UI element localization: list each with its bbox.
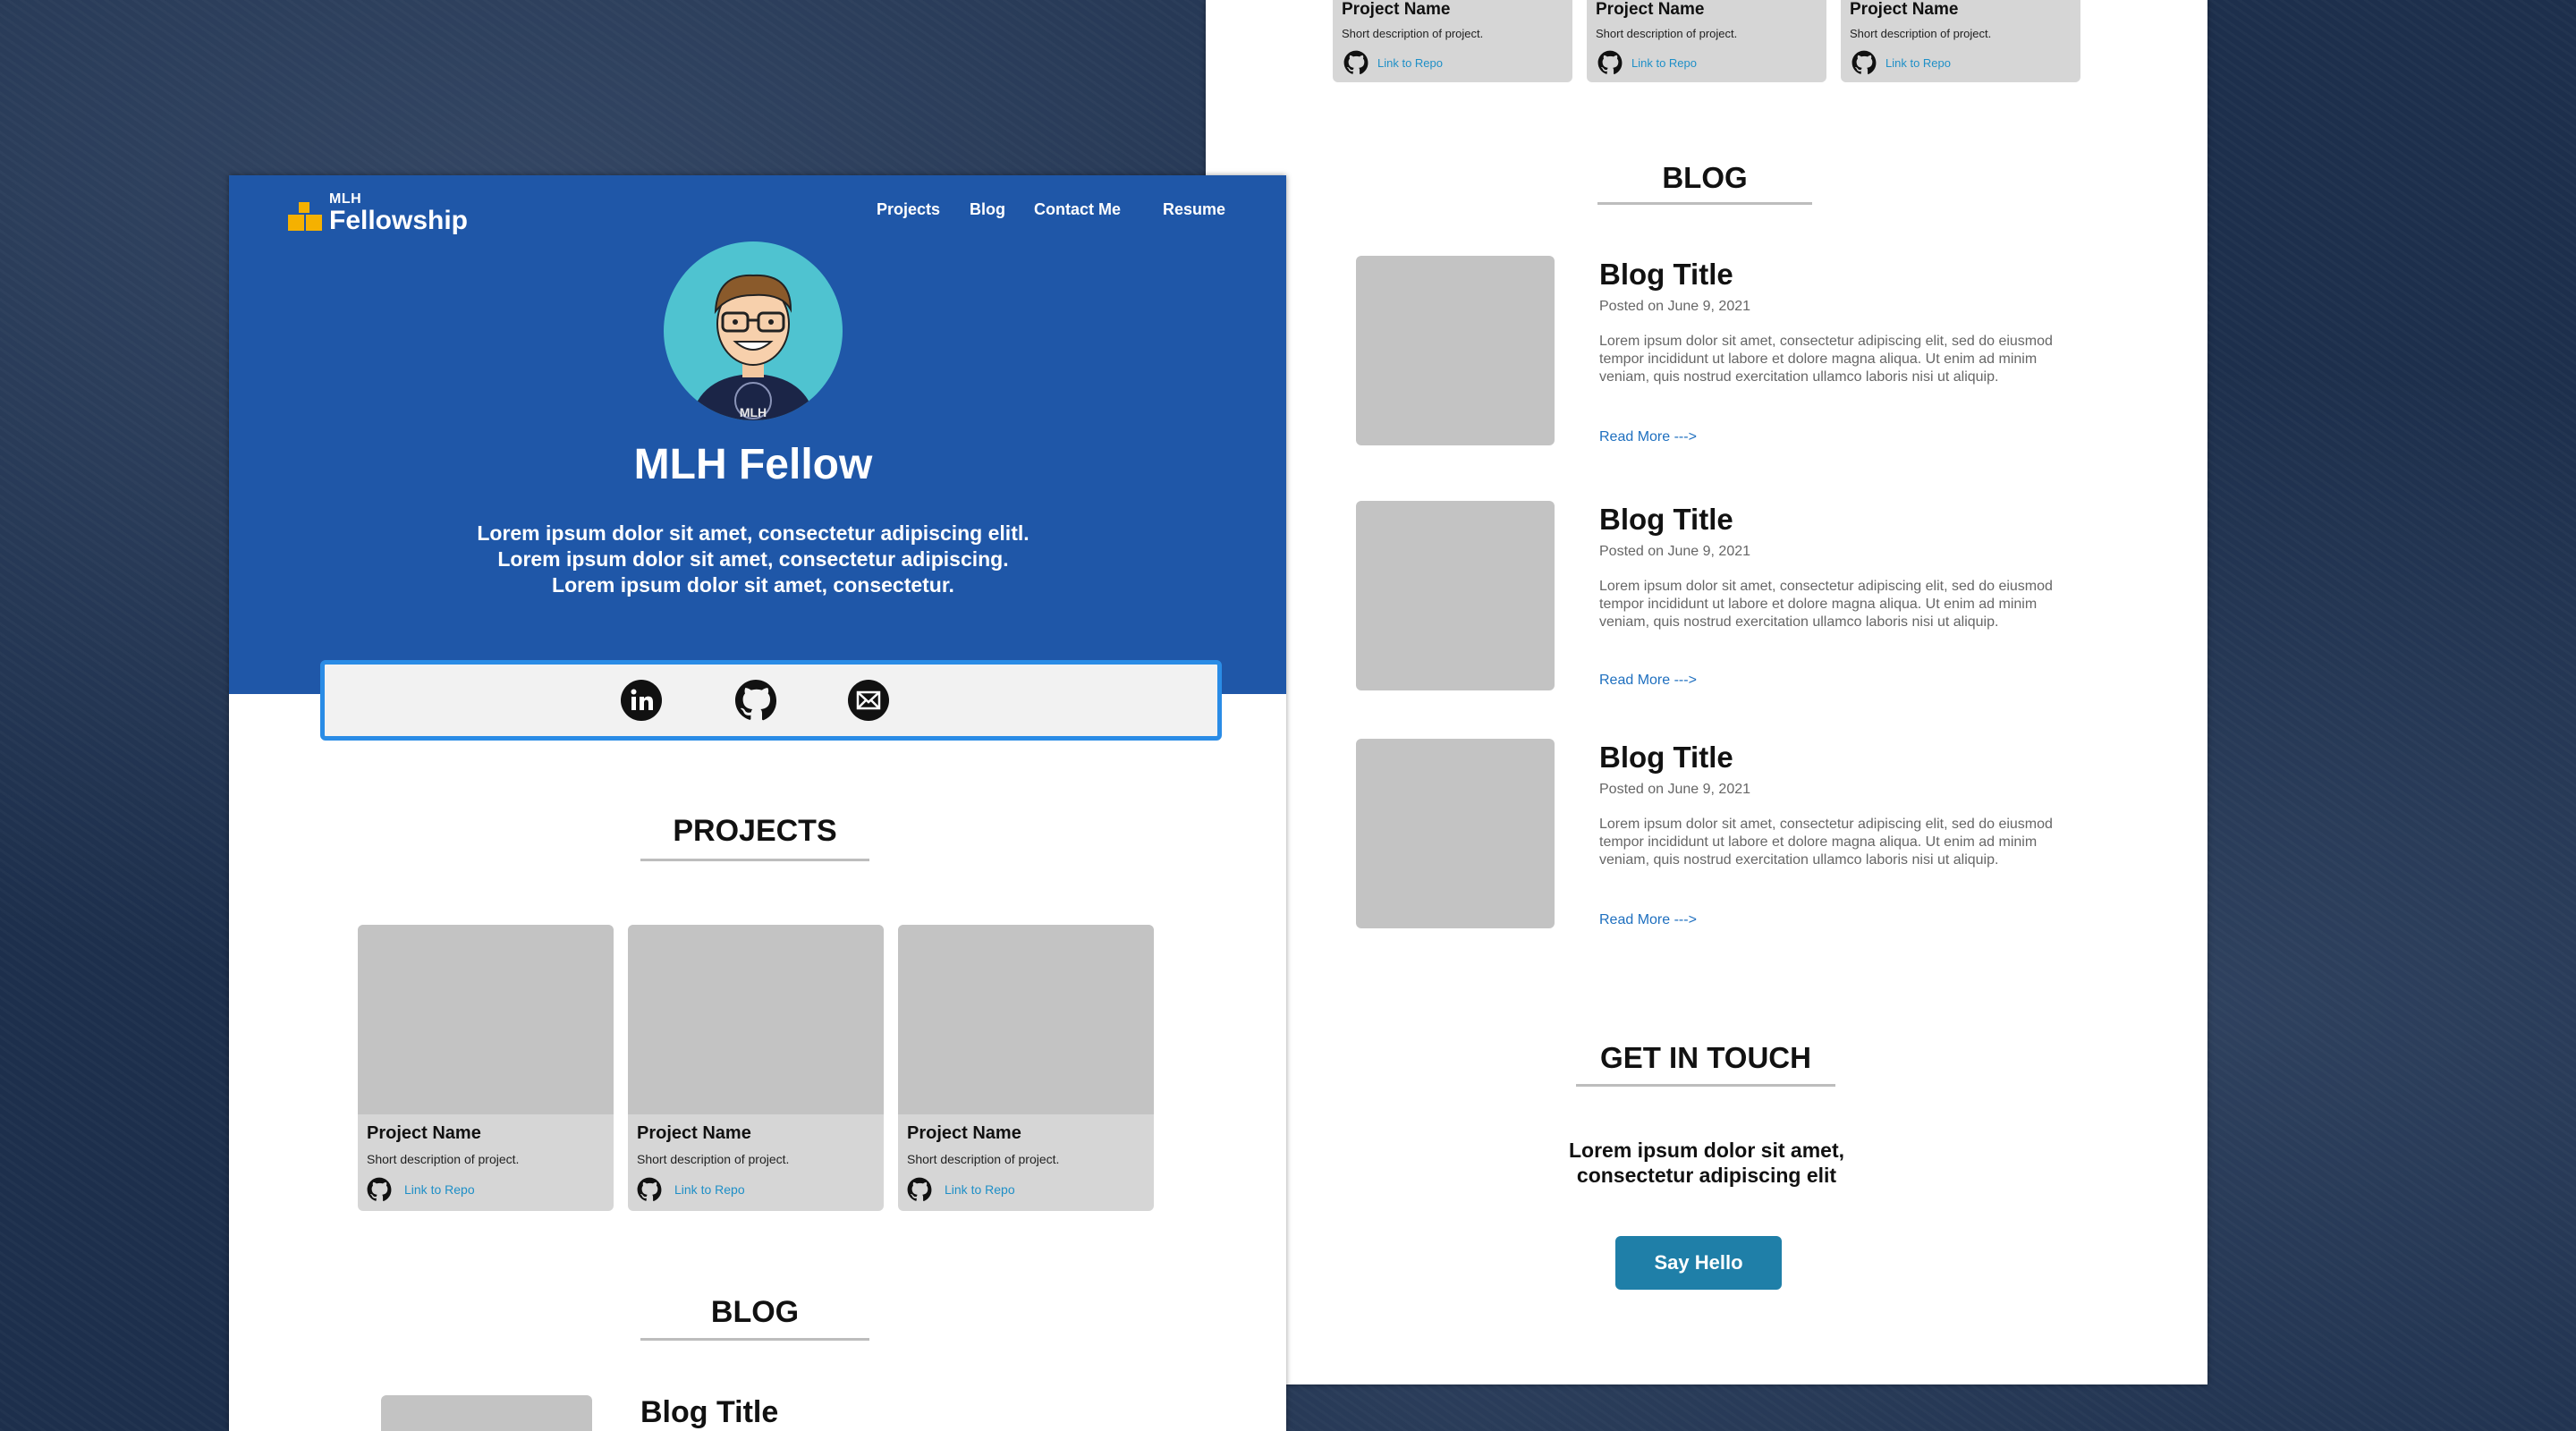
heading-underline (640, 1338, 869, 1341)
blog-title: Blog Title (1599, 258, 1733, 291)
project-name: Project Name (1850, 0, 1959, 19)
contact-text-line: Lorem ipsum dolor sit amet, (1569, 1139, 1844, 1162)
blog-thumbnail (1356, 739, 1555, 928)
hero-bio-line: Lorem ipsum dolor sit amet, consectetur. (552, 573, 954, 597)
contact-heading: GET IN TOUCH (1600, 1041, 1811, 1074)
avatar: MLH (664, 241, 843, 420)
project-card[interactable]: Project Name Short description of projec… (1333, 0, 1572, 82)
say-hello-button[interactable]: Say Hello (1615, 1236, 1782, 1290)
blog-thumbnail (381, 1395, 592, 1431)
blog-date: Posted on June 9, 2021 (1599, 299, 1751, 314)
blog-title: Blog Title (1599, 503, 1733, 536)
github-icon (637, 1177, 662, 1202)
avatar-shirt-text: MLH (740, 405, 767, 419)
project-description: Short description of project. (1850, 27, 1992, 40)
repo-link[interactable]: Link to Repo (674, 1182, 745, 1197)
github-icon (367, 1177, 392, 1202)
read-more-link[interactable]: Read More ---> (1599, 429, 1697, 445)
logo-name: Fellowship (329, 206, 469, 235)
projects-heading: PROJECTS (673, 814, 837, 848)
project-description: Short description of project. (637, 1152, 790, 1166)
email-icon[interactable] (847, 679, 890, 722)
portfolio-page: MLH Fellowship Projects Blog Contact Me … (229, 175, 1286, 1431)
hero-name: MLH Fellow (633, 441, 873, 488)
hero-section: MLH Fellowship Projects Blog Contact Me … (229, 175, 1286, 694)
repo-link[interactable]: Link to Repo (1377, 56, 1443, 70)
project-card[interactable]: Project Name Short description of projec… (628, 925, 884, 1211)
repo-link[interactable]: Link to Repo (404, 1182, 475, 1197)
nav-blog[interactable]: Blog (970, 200, 1005, 219)
repo-link[interactable]: Link to Repo (1885, 56, 1951, 70)
blog-thumbnail (1356, 256, 1555, 445)
project-card[interactable]: Project Name Short description of projec… (1587, 0, 1826, 82)
project-name: Project Name (907, 1123, 1021, 1143)
blog-title: Blog Title (1599, 741, 1733, 774)
github-icon[interactable] (734, 679, 777, 722)
contact-text-line: consectetur adipiscing elit (1576, 1164, 1837, 1187)
project-thumbnail (628, 925, 884, 1114)
github-icon (1343, 50, 1368, 75)
repo-link[interactable]: Link to Repo (1631, 56, 1697, 70)
blog-excerpt: Lorem ipsum dolor sit amet, consectetur … (1599, 817, 2053, 868)
project-name: Project Name (367, 1123, 481, 1143)
blog-date: Posted on June 9, 2021 (1599, 544, 1751, 559)
hero-bio-line: Lorem ipsum dolor sit amet, consectetur … (477, 521, 1030, 545)
blog-heading: BLOG (1662, 161, 1748, 194)
hero-bio-line: Lorem ipsum dolor sit amet, consectetur … (497, 547, 1009, 571)
logo-squares-icon (288, 202, 324, 238)
project-card[interactable]: Project Name Short description of projec… (1841, 0, 2080, 82)
mlh-logo[interactable]: MLH Fellowship (288, 190, 485, 240)
project-thumbnail (358, 925, 614, 1114)
nav-projects[interactable]: Projects (877, 200, 940, 219)
project-description: Short description of project. (367, 1152, 520, 1166)
project-card[interactable]: Project Name Short description of projec… (898, 925, 1154, 1211)
linkedin-icon[interactable] (620, 679, 663, 722)
hero-bio: Lorem ipsum dolor sit amet, consectetur … (229, 521, 1277, 598)
github-icon (1852, 50, 1877, 75)
project-card[interactable]: Project Name Short description of projec… (358, 925, 614, 1211)
blog-title: Blog Title (640, 1395, 779, 1429)
blog-heading: BLOG (710, 1295, 800, 1329)
read-more-link[interactable]: Read More ---> (1599, 673, 1697, 689)
nav-contact[interactable]: Contact Me (1034, 200, 1121, 219)
project-name: Project Name (1596, 0, 1705, 19)
blog-excerpt: Lorem ipsum dolor sit amet, consectetur … (1599, 334, 2053, 385)
nav-resume[interactable]: Resume (1163, 200, 1225, 219)
project-description: Short description of project. (907, 1152, 1060, 1166)
heading-underline (1576, 1084, 1835, 1087)
repo-link[interactable]: Link to Repo (945, 1182, 1015, 1197)
github-icon (1597, 50, 1623, 75)
social-links-bar (320, 660, 1222, 741)
blog-thumbnail (1356, 501, 1555, 690)
portfolio-page-continued: Project Name Short description of projec… (1206, 0, 2207, 1384)
heading-underline (640, 859, 869, 861)
heading-underline (1597, 202, 1812, 205)
project-name: Project Name (637, 1123, 751, 1143)
github-icon (907, 1177, 932, 1202)
read-more-link[interactable]: Read More ---> (1599, 912, 1697, 928)
project-description: Short description of project. (1342, 27, 1484, 40)
project-description: Short description of project. (1596, 27, 1738, 40)
blog-excerpt: Lorem ipsum dolor sit amet, consectetur … (1599, 579, 2053, 630)
project-thumbnail (898, 925, 1154, 1114)
blog-date: Posted on June 9, 2021 (1599, 782, 1751, 797)
project-name: Project Name (1342, 0, 1451, 19)
